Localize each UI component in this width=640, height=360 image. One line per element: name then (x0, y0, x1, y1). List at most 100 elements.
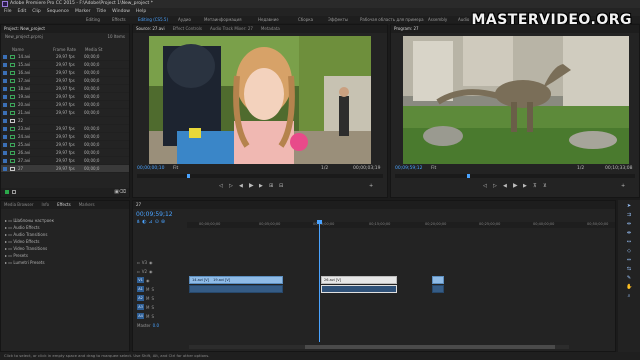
timeline-ruler[interactable]: 00;00;00;00 00;05;00;00 00;10;00;00 00;1… (187, 222, 615, 228)
effects-folder[interactable]: ▸ ▭ Video Effects (5, 238, 129, 245)
pen-tool-icon[interactable]: ✎ (626, 275, 632, 281)
source-playhead[interactable] (187, 174, 190, 178)
source-video-frame[interactable] (149, 36, 371, 164)
mute-icon[interactable]: M (146, 287, 149, 292)
list-item[interactable]: 14.avi 29,97 fps 00;00;0 (1, 53, 129, 61)
tab-sequence[interactable]: 27 (136, 201, 141, 209)
tab-source[interactable]: Source: 27.avi (136, 25, 165, 33)
selection-tool-icon[interactable]: ➤ (626, 203, 632, 209)
workspace-tab[interactable]: Audio (458, 16, 469, 23)
list-view-icon[interactable] (5, 190, 9, 194)
add-button-icon[interactable]: + (621, 183, 625, 189)
source-scrubber[interactable] (137, 174, 383, 178)
list-item[interactable]: 26.avi 29,97 fps 00;00;0 (1, 149, 129, 157)
audio-clip[interactable] (189, 285, 283, 293)
source-timecode-current[interactable]: 00;00;00;10 (137, 166, 164, 171)
solo-icon[interactable]: S (151, 305, 154, 310)
solo-icon[interactable]: S (151, 296, 154, 301)
header-name[interactable]: Name (12, 46, 53, 53)
menu-clip[interactable]: Clip (32, 8, 41, 16)
razor-tool-icon[interactable]: ◇ (626, 248, 632, 254)
play-icon[interactable]: ▶ (513, 182, 518, 189)
zoom-tool-icon[interactable]: ⌕ (626, 293, 632, 299)
list-item[interactable]: 17.avi 29,97 fps 00;00;0 (1, 77, 129, 85)
solo-icon[interactable]: S (151, 314, 154, 319)
extract-icon[interactable]: ⊻ (543, 183, 547, 189)
list-item-selected[interactable]: 27 29,97 fps 00;00;0 (1, 165, 129, 173)
list-item[interactable]: 21.avi 29,97 fps 00;00;0 (1, 109, 129, 117)
track-select-tool-icon[interactable]: ⇉ (626, 212, 632, 218)
mark-out-icon[interactable]: ▷ (493, 183, 497, 189)
tab-media-browser[interactable]: Media Browser (4, 201, 34, 209)
program-scrubber[interactable] (395, 174, 635, 178)
tab-metadata[interactable]: Metadata (261, 25, 280, 33)
timeline-playhead[interactable] (319, 220, 320, 342)
slide-tool-icon[interactable]: ⇆ (626, 266, 632, 272)
track-header-a2[interactable]: A2 M S (133, 294, 179, 302)
list-item[interactable]: 16.avi 29,97 fps 00;00;0 (1, 69, 129, 77)
menu-help[interactable]: Help (136, 8, 146, 16)
tab-audio-mixer[interactable]: Audio Track Mixer: 27 (210, 25, 253, 33)
mute-icon[interactable]: M (146, 296, 149, 301)
workspace-tab[interactable]: Недавние (258, 16, 279, 23)
menu-marker[interactable]: Marker (75, 8, 91, 16)
effects-folder[interactable]: ▸ ▭ Presets (5, 252, 129, 259)
track-header-master[interactable]: Master 0.0 (133, 321, 193, 329)
effects-folder[interactable]: ▸ ▭ Audio Transitions (5, 231, 129, 238)
menu-window[interactable]: Window (112, 8, 130, 16)
source-fit-select[interactable]: Fit (173, 166, 178, 171)
mute-icon[interactable]: M (146, 305, 149, 310)
tab-program[interactable]: Program: 27 (394, 25, 419, 33)
rolling-edit-tool-icon[interactable]: ⇼ (626, 230, 632, 236)
list-item[interactable]: 22 (1, 117, 129, 125)
track-header-a3[interactable]: A3 M S (133, 303, 179, 311)
tab-markers[interactable]: Markers (79, 201, 95, 209)
play-icon[interactable]: ▶ (249, 182, 254, 189)
program-scale-select[interactable]: 1/2 (577, 166, 584, 171)
timeline-timecode[interactable]: 00;09;59;12 (136, 211, 173, 218)
overwrite-icon[interactable]: ⊟ (279, 183, 283, 189)
video-clip[interactable]: 14.avi [V] 19.avi [V] (189, 276, 283, 284)
tab-project[interactable]: Project: New_project (4, 25, 45, 33)
hand-tool-icon[interactable]: ✋ (626, 284, 632, 290)
step-back-icon[interactable]: ◀ (503, 183, 507, 189)
eye-icon[interactable]: ◉ (146, 278, 150, 283)
program-playhead[interactable] (467, 174, 470, 178)
step-forward-icon[interactable]: ▶ (259, 183, 263, 189)
lock-icon[interactable]: ▫ (137, 269, 140, 274)
video-clip-selected[interactable]: 26.avi [V] (321, 276, 397, 284)
workspace-tab[interactable]: Рабочая область для примера (360, 16, 424, 23)
add-button-icon[interactable]: + (369, 183, 373, 189)
menu-sequence[interactable]: Sequence (47, 8, 69, 16)
menu-file[interactable]: File (4, 8, 12, 16)
video-clip[interactable] (432, 276, 444, 284)
program-fit-select[interactable]: Fit (431, 166, 436, 171)
step-forward-icon[interactable]: ▶ (523, 183, 527, 189)
track-header-v2[interactable]: ▫ V2 ◉ (133, 267, 179, 275)
audio-clip[interactable] (432, 285, 444, 293)
timeline-scrollbar[interactable] (189, 345, 569, 349)
lock-icon[interactable]: ▫ (137, 260, 140, 265)
mark-in-icon[interactable]: ◁ (483, 183, 487, 189)
list-item[interactable]: 27.avi 29,97 fps 00;00;0 (1, 157, 129, 165)
menu-title[interactable]: Title (97, 8, 107, 16)
slip-tool-icon[interactable]: ⇔ (626, 257, 632, 263)
workspace-tab-active[interactable]: Editing (CS5.5) (138, 16, 168, 23)
workspace-tab[interactable]: Эффекты (328, 16, 348, 23)
step-back-icon[interactable]: ◀ (239, 183, 243, 189)
track-header-a1[interactable]: A1 M S (133, 285, 179, 293)
mark-out-icon[interactable]: ▷ (229, 183, 233, 189)
eye-icon[interactable]: ◉ (149, 269, 153, 274)
list-item[interactable]: 19.avi 29,97 fps 00;00;0 (1, 93, 129, 101)
list-item[interactable]: 18.avi 29,97 fps 00;00;0 (1, 85, 129, 93)
insert-icon[interactable]: ⊞ (269, 183, 273, 189)
tab-effects[interactable]: Effects (57, 201, 71, 209)
playhead-handle[interactable] (317, 220, 322, 224)
timeline-toolbar-icons[interactable]: ⋔◐⊿⊙⊛ (136, 219, 167, 225)
effects-folder[interactable]: ▸ ▭ Lumetri Presets (5, 259, 129, 266)
lift-icon[interactable]: ⊼ (533, 183, 537, 189)
program-video-frame[interactable] (403, 36, 629, 164)
workspace-tab[interactable]: Effects (112, 16, 126, 23)
menu-edit[interactable]: Edit (18, 8, 27, 16)
list-item[interactable]: 25.avi 29,97 fps 00;00;0 (1, 141, 129, 149)
